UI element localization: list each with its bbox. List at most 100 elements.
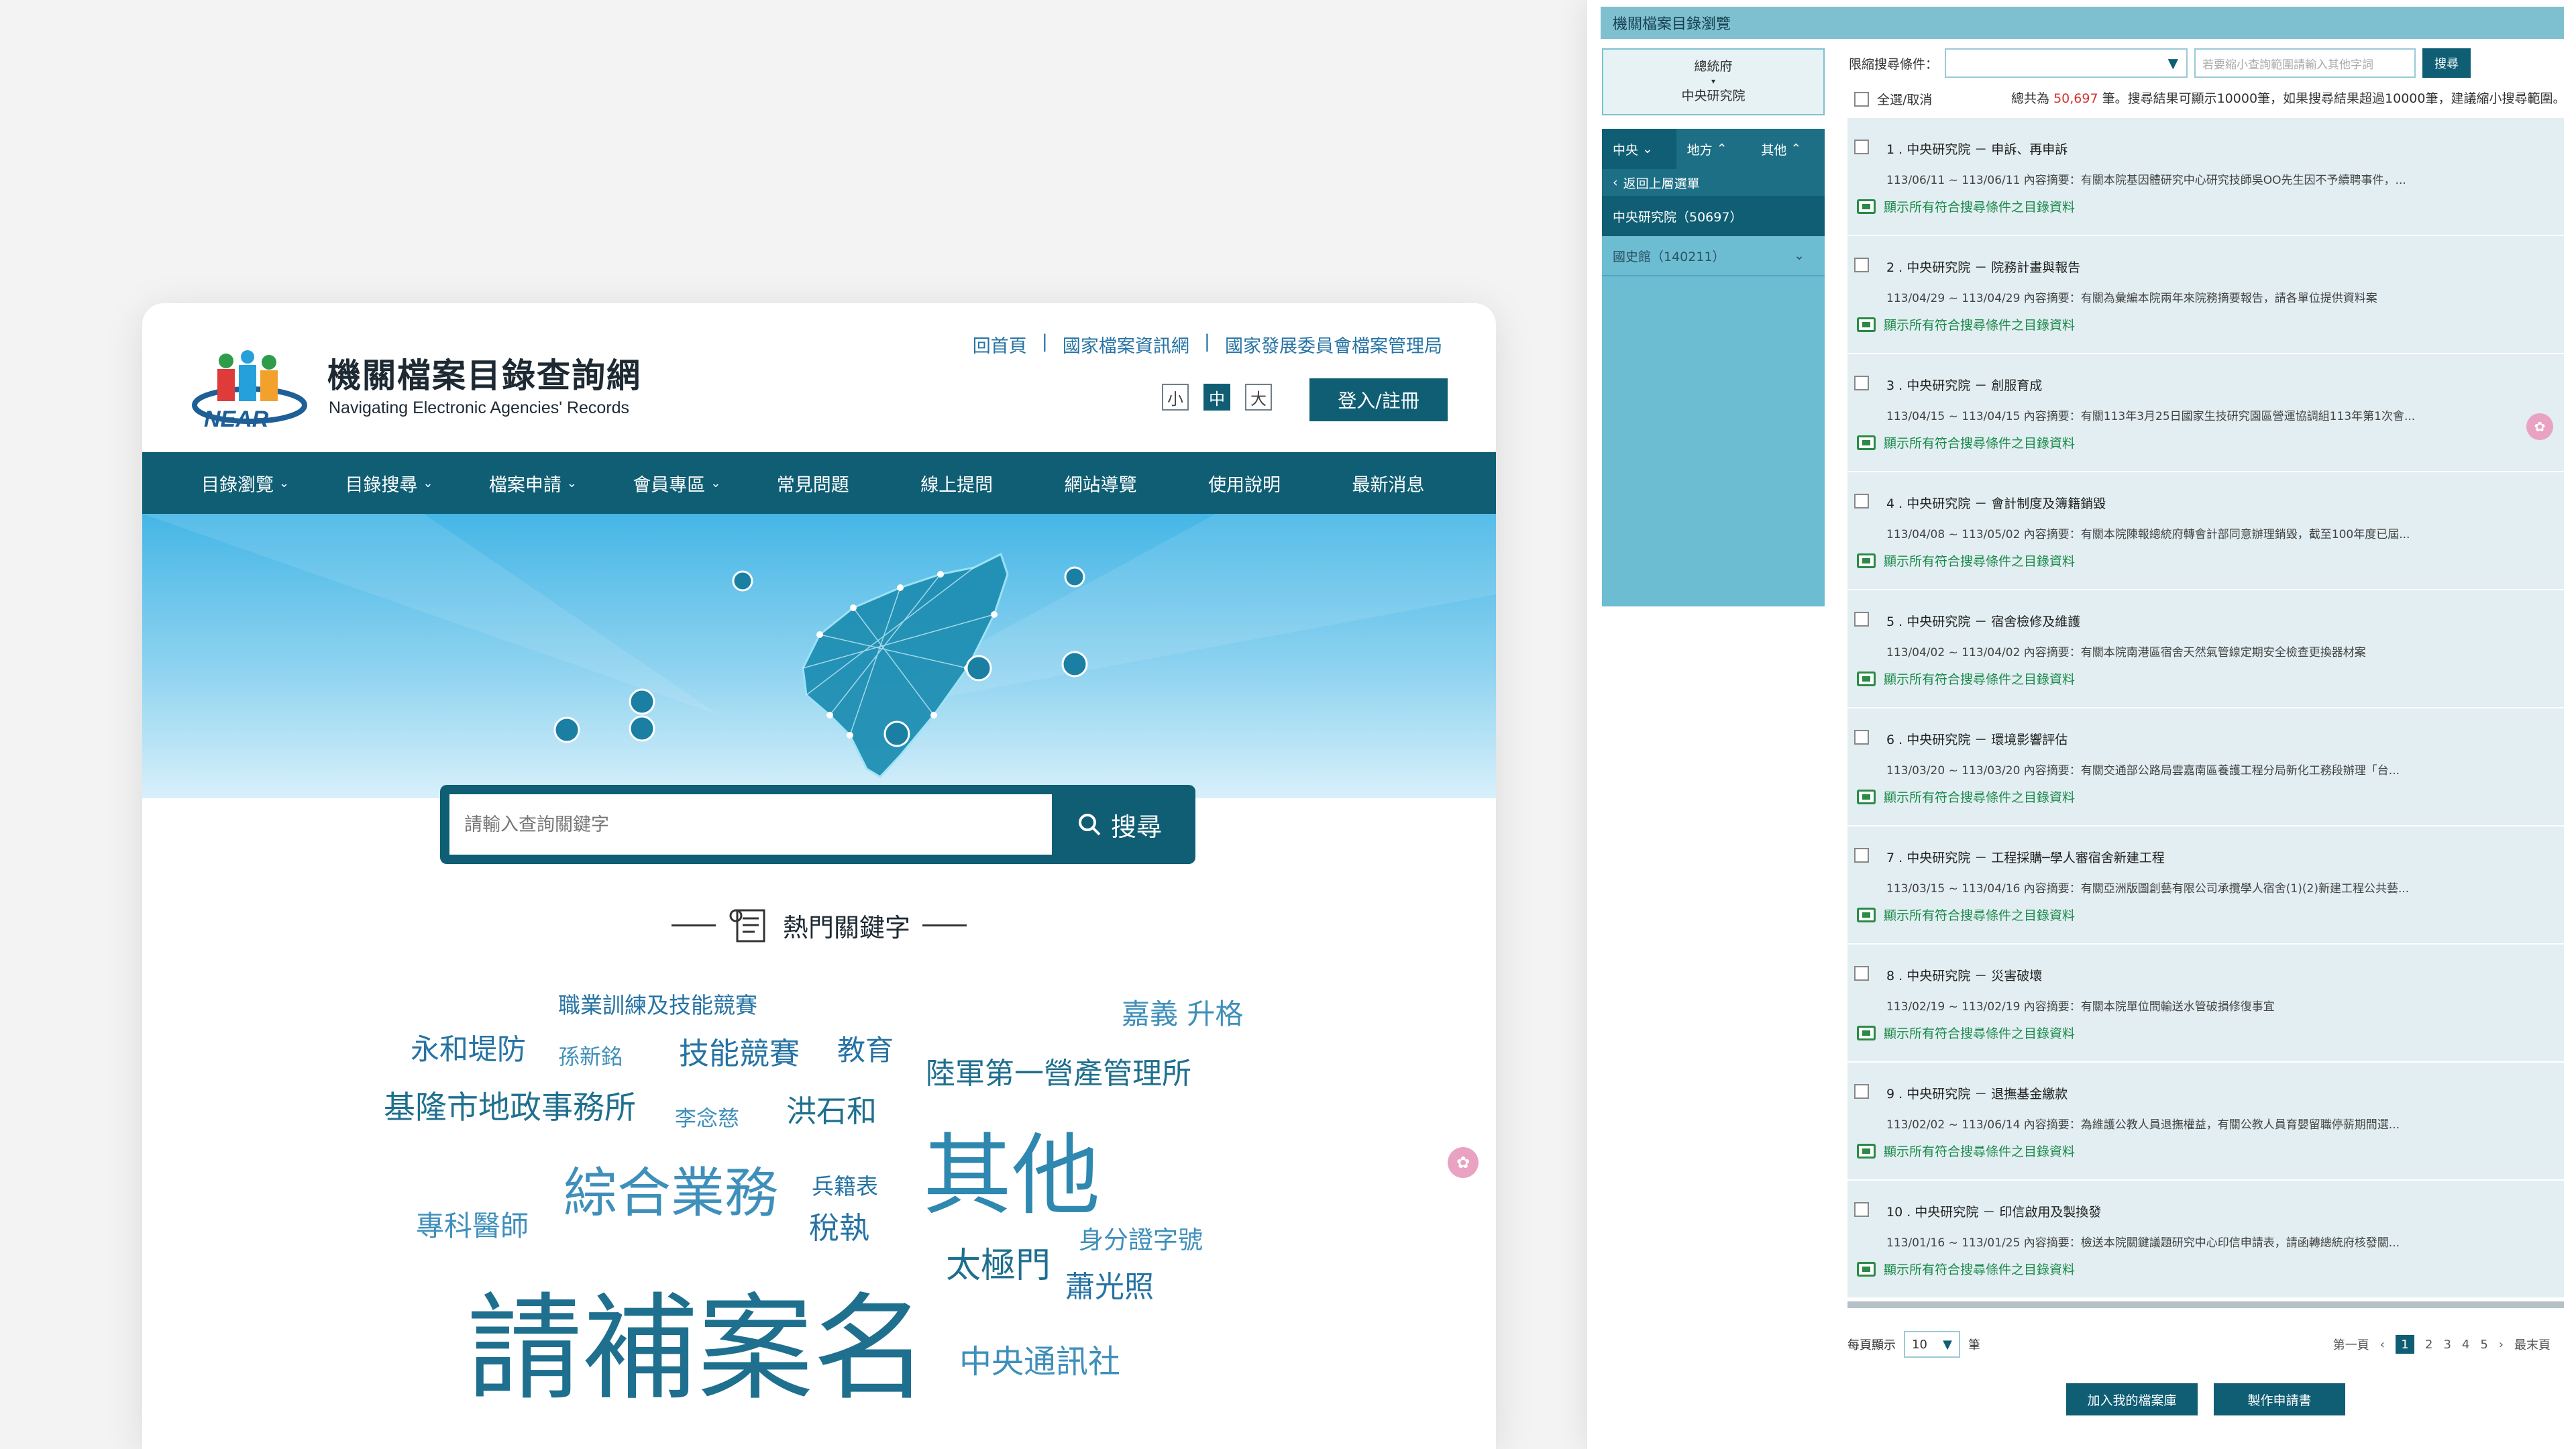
keyword-tag[interactable]: 兵籍表 bbox=[812, 1169, 878, 1201]
keyword-tag[interactable]: 其他 bbox=[923, 1104, 1100, 1232]
nav-faq[interactable]: 常見問題 bbox=[777, 470, 920, 496]
horizontal-scrollbar[interactable] bbox=[1847, 1301, 2564, 1308]
select-all-checkbox[interactable] bbox=[1854, 91, 1869, 107]
keyword-tag[interactable]: 技能競賽 bbox=[679, 1029, 800, 1073]
show-all-link[interactable]: 顯示所有符合搜尋條件之目錄資料 bbox=[1857, 1260, 2075, 1278]
nav-online-question[interactable]: 線上提問 bbox=[920, 470, 1064, 496]
page-link[interactable]: 5 bbox=[2480, 1338, 2487, 1352]
select-all-toggle[interactable]: 全選/取消 bbox=[1854, 90, 1932, 108]
near-logo-icon[interactable]: NEAR bbox=[192, 350, 307, 429]
keyword-tag[interactable]: 嘉義 升格 bbox=[1122, 991, 1243, 1032]
keyword-tag[interactable]: 專科醫師 bbox=[416, 1203, 529, 1244]
result-title[interactable]: 2 . 中央研究院 － 院務計畫與報告 bbox=[1886, 258, 2080, 276]
font-size-large-button[interactable]: 大 bbox=[1245, 384, 1272, 411]
page-link[interactable]: 2 bbox=[2425, 1338, 2432, 1352]
keyword-tag[interactable]: 中央通訊社 bbox=[959, 1335, 1120, 1382]
link-archives-admin[interactable]: 國家發展委員會檔案管理局 bbox=[1225, 331, 1442, 358]
add-to-my-files-button[interactable]: 加入我的檔案庫 bbox=[2066, 1383, 2198, 1415]
result-title[interactable]: 9 . 中央研究院 － 退撫基金繳款 bbox=[1886, 1084, 2068, 1102]
sidebar-item-label: 國史館（140211） bbox=[1613, 249, 1725, 264]
result-checkbox[interactable] bbox=[1854, 258, 1869, 272]
result-title[interactable]: 7 . 中央研究院 － 工程採購─學人審宿舍新建工程 bbox=[1886, 848, 2165, 866]
result-checkbox[interactable] bbox=[1854, 848, 1869, 863]
keyword-tag[interactable]: 永和堤防 bbox=[411, 1026, 526, 1068]
search-button[interactable]: 搜尋 bbox=[1052, 794, 1186, 855]
site-title: 機關檔案目錄查詢網 bbox=[327, 356, 641, 395]
next-page-link[interactable]: › bbox=[2499, 1338, 2504, 1352]
nav-catalog-search[interactable]: 目錄搜尋 ⌄ bbox=[345, 470, 488, 496]
page-link[interactable]: 4 bbox=[2462, 1338, 2469, 1352]
result-title[interactable]: 4 . 中央研究院 － 會計制度及簿籍銷毀 bbox=[1886, 494, 2106, 512]
filter-search-button[interactable]: 搜尋 bbox=[2422, 48, 2471, 78]
first-page-link[interactable]: 第一頁 bbox=[2333, 1336, 2369, 1353]
show-all-link[interactable]: 顯示所有符合搜尋條件之目錄資料 bbox=[1857, 1142, 2075, 1160]
show-all-link[interactable]: 顯示所有符合搜尋條件之目錄資料 bbox=[1857, 551, 2075, 570]
tab-other[interactable]: 其他 ⌃ bbox=[1750, 129, 1825, 169]
result-title[interactable]: 1 . 中央研究院 － 申訴、再申訴 bbox=[1886, 140, 2068, 158]
keyword-search-input[interactable] bbox=[449, 794, 1052, 855]
show-all-link[interactable]: 顯示所有符合搜尋條件之目錄資料 bbox=[1857, 1024, 2075, 1042]
result-checkbox[interactable] bbox=[1854, 140, 1869, 154]
filter-keyword-input[interactable]: 若要縮小查詢範圍請輸入其他字詞 bbox=[2194, 48, 2416, 78]
result-title[interactable]: 6 . 中央研究院 － 環境影響評估 bbox=[1886, 730, 2068, 748]
keyword-tag[interactable]: 身分證字號 bbox=[1079, 1220, 1203, 1256]
page-link-current[interactable]: 1 bbox=[2395, 1335, 2414, 1354]
nav-member[interactable]: 會員專區 ⌄ bbox=[633, 470, 776, 496]
agency-selector[interactable]: 總統府 ▾ 中央研究院 bbox=[1602, 48, 1825, 115]
show-all-link[interactable]: 顯示所有符合搜尋條件之目錄資料 bbox=[1857, 315, 2075, 333]
show-all-link[interactable]: 顯示所有符合搜尋條件之目錄資料 bbox=[1857, 197, 2075, 215]
result-title[interactable]: 8 . 中央研究院 － 災害破壞 bbox=[1886, 966, 2042, 984]
login-register-button[interactable]: 登入/註冊 bbox=[1309, 378, 1448, 421]
prev-page-link[interactable]: ‹ bbox=[2380, 1338, 2385, 1352]
result-checkbox[interactable] bbox=[1854, 1084, 1869, 1099]
keyword-tag[interactable]: 孫新銘 bbox=[558, 1040, 623, 1071]
result-title[interactable]: 10 . 中央研究院 － 印信啟用及製換發 bbox=[1886, 1202, 2101, 1220]
result-checkbox[interactable] bbox=[1854, 376, 1869, 390]
nav-catalog-browse[interactable]: 目錄瀏覽 ⌄ bbox=[201, 470, 345, 496]
keyword-tag[interactable]: 洪石和 bbox=[786, 1087, 877, 1130]
sidebar-item-academia-historica[interactable]: 國史館（140211） ⌄ bbox=[1602, 236, 1825, 276]
floating-helper-icon[interactable]: ✿ bbox=[1448, 1147, 1479, 1178]
filter-condition-select[interactable]: ▼ bbox=[1945, 48, 2188, 78]
keyword-tag[interactable]: 李念慈 bbox=[675, 1102, 739, 1132]
back-to-parent-menu[interactable]: ‹ 返回上層選單 bbox=[1602, 169, 1825, 196]
link-home[interactable]: 回首頁 bbox=[973, 331, 1027, 358]
nav-usage-guide[interactable]: 使用說明 bbox=[1208, 470, 1352, 496]
nav-sitemap[interactable]: 網站導覽 bbox=[1065, 470, 1208, 496]
keyword-tag[interactable]: 綜合業務 bbox=[564, 1150, 778, 1228]
keyword-tag[interactable]: 職業訓練及技能競賽 bbox=[558, 987, 757, 1020]
create-application-button[interactable]: 製作申請書 bbox=[2214, 1383, 2345, 1415]
keyword-tag[interactable]: 太極門 bbox=[946, 1237, 1051, 1287]
keyword-tag[interactable]: 請補案名 bbox=[467, 1254, 928, 1422]
show-all-link[interactable]: 顯示所有符合搜尋條件之目錄資料 bbox=[1857, 669, 2075, 688]
show-all-link[interactable]: 顯示所有符合搜尋條件之目錄資料 bbox=[1857, 433, 2075, 451]
keyword-tag[interactable]: 陸軍第一營產管理所 bbox=[926, 1049, 1191, 1092]
result-checkbox[interactable] bbox=[1854, 966, 1869, 981]
result-checkbox[interactable] bbox=[1854, 612, 1869, 627]
show-all-link[interactable]: 顯示所有符合搜尋條件之目錄資料 bbox=[1857, 906, 2075, 924]
tab-local[interactable]: 地方 ⌃ bbox=[1676, 129, 1751, 169]
result-title[interactable]: 3 . 中央研究院 － 創服育成 bbox=[1886, 376, 2042, 394]
show-all-link[interactable]: 顯示所有符合搜尋條件之目錄資料 bbox=[1857, 788, 2075, 806]
last-page-link[interactable]: 最末頁 bbox=[2514, 1336, 2551, 1353]
font-size-small-button[interactable]: 小 bbox=[1162, 384, 1189, 411]
result-checkbox[interactable] bbox=[1854, 494, 1869, 508]
font-size-medium-button[interactable]: 中 bbox=[1203, 384, 1230, 411]
keyword-tag[interactable]: 教育 bbox=[837, 1028, 894, 1069]
nav-file-apply[interactable]: 檔案申請 ⌄ bbox=[489, 470, 633, 496]
show-all-label: 顯示所有符合搜尋條件之目錄資料 bbox=[1884, 672, 2076, 687]
tab-central[interactable]: 中央 ⌄ bbox=[1602, 129, 1676, 169]
chevron-down-icon: ▾ bbox=[1711, 76, 1716, 86]
sidebar-item-academia-sinica[interactable]: 中央研究院（50697） bbox=[1602, 196, 1825, 236]
per-page-select[interactable]: 10 ▼ bbox=[1904, 1331, 1960, 1358]
nav-news[interactable]: 最新消息 bbox=[1352, 470, 1496, 496]
page-link[interactable]: 3 bbox=[2443, 1338, 2451, 1352]
result-checkbox[interactable] bbox=[1854, 1202, 1869, 1217]
keyword-tag[interactable]: 蕭光照 bbox=[1065, 1263, 1154, 1305]
floating-helper-icon[interactable]: ✿ bbox=[2526, 413, 2553, 440]
link-national-archives[interactable]: 國家檔案資訊網 bbox=[1063, 331, 1189, 358]
result-title[interactable]: 5 . 中央研究院 － 宿舍檢修及維護 bbox=[1886, 612, 2080, 630]
result-checkbox[interactable] bbox=[1854, 730, 1869, 745]
keyword-tag[interactable]: 基隆市地政事務所 bbox=[384, 1081, 636, 1128]
keyword-tag[interactable]: 稅執 bbox=[809, 1203, 869, 1247]
